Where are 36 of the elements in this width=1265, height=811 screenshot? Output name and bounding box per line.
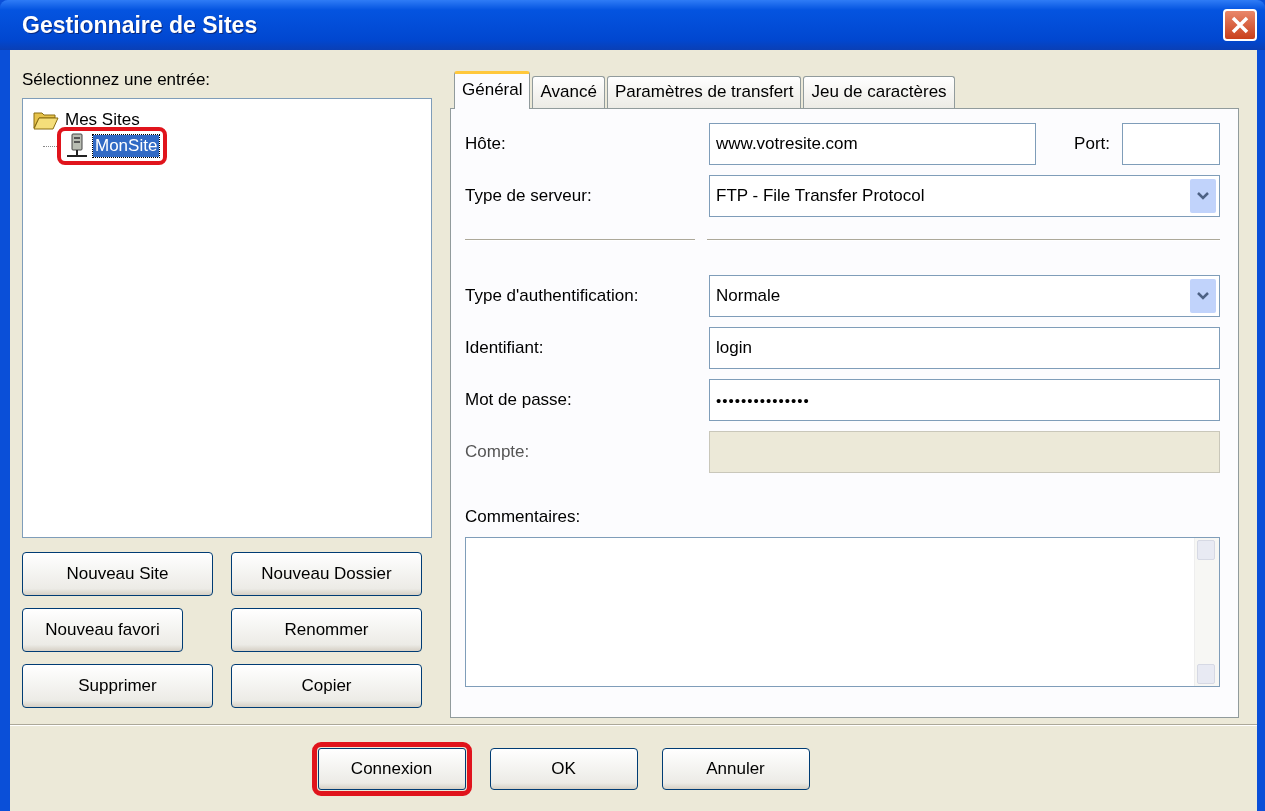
field-label: Mot de passe: bbox=[465, 390, 573, 410]
field-label: Port: bbox=[1074, 134, 1110, 154]
tab[interactable]: Jeu de caractères bbox=[803, 76, 955, 108]
password-field[interactable]: ••••••••••••••• bbox=[709, 379, 1220, 421]
window-title: Gestionnaire de Sites bbox=[22, 11, 258, 39]
field-label: Type d'authentification: bbox=[465, 286, 640, 306]
tab[interactable]: Général bbox=[454, 71, 531, 109]
dropdown[interactable]: Normale bbox=[709, 275, 1220, 317]
field-label: Compte: bbox=[465, 442, 531, 462]
tree-action-button[interactable]: Nouveau Dossier bbox=[231, 552, 422, 596]
input-field[interactable]: login bbox=[709, 327, 1220, 369]
field-label: Identifiant: bbox=[465, 338, 545, 358]
tree-row[interactable]: Mes Sites bbox=[29, 107, 425, 133]
tree-action-button[interactable]: Copier bbox=[231, 664, 422, 708]
tree-action-button[interactable]: Nouveau Site bbox=[22, 552, 213, 596]
tree-caption: Sélectionnez une entrée: bbox=[22, 70, 212, 90]
input-field[interactable]: www.votresite.com bbox=[709, 123, 1037, 165]
tree-item[interactable]: Mes Sites bbox=[63, 109, 142, 131]
field-label: Hôte: bbox=[465, 134, 507, 154]
field-label: Commentaires: bbox=[465, 507, 582, 527]
comments-field[interactable] bbox=[465, 537, 1220, 687]
field-label: Type de serveur: bbox=[465, 186, 593, 206]
tree-action-button[interactable]: Supprimer bbox=[22, 664, 213, 708]
input-field[interactable] bbox=[1122, 123, 1220, 165]
tab[interactable]: Avancé bbox=[532, 76, 605, 108]
folder-icon bbox=[33, 110, 59, 130]
tree-action-button[interactable]: Nouveau favori bbox=[22, 608, 183, 652]
dialog-button[interactable]: OK bbox=[489, 747, 638, 790]
server-icon bbox=[65, 133, 89, 159]
tab[interactable]: Paramètres de transfert bbox=[606, 76, 802, 108]
dropdown[interactable]: FTP - File Transfer Protocol bbox=[709, 175, 1220, 217]
close-icon bbox=[1230, 15, 1250, 35]
tree-action-button[interactable]: Renommer bbox=[231, 608, 422, 652]
dialog-button[interactable]: Annuler bbox=[661, 747, 810, 790]
tree-item[interactable]: MonSite bbox=[93, 135, 160, 157]
close-button[interactable] bbox=[1223, 9, 1257, 41]
